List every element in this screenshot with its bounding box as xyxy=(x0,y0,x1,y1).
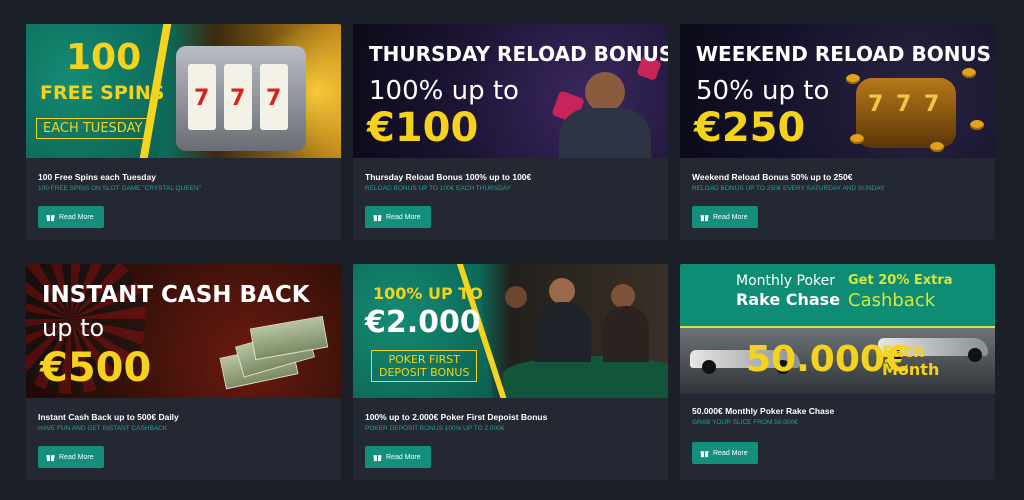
coin-image xyxy=(930,142,944,152)
gift-icon xyxy=(700,214,709,221)
cash-stack-image xyxy=(249,315,329,361)
promo-card-free-spins: 7 7 7 100 FREE SPINS EACH TUESDAY 100 Fr… xyxy=(26,24,341,240)
gift-icon xyxy=(46,214,55,221)
gift-icon xyxy=(373,214,382,221)
banner-line2: up to xyxy=(42,314,105,342)
coin-image xyxy=(962,68,976,78)
read-more-button[interactable]: Read More xyxy=(692,442,758,464)
read-more-button[interactable]: Read More xyxy=(692,206,758,228)
read-more-label: Read More xyxy=(59,453,94,461)
person-head-image xyxy=(505,286,527,308)
banner-line1: 100 xyxy=(66,37,142,78)
promo-banner-weekend-reload[interactable]: 7 7 7 WEEKEND RELOAD BONUS 50% up to €25… xyxy=(680,24,995,158)
gift-icon xyxy=(700,450,709,457)
promo-subtitle: RELOAD BONUS UP TO 250€ EVERY SATURDAY A… xyxy=(692,185,885,192)
promo-card-poker-deposit: 100% UP TO €2.000 POKER FIRST DEPOSIT BO… xyxy=(353,264,668,480)
person-head-image xyxy=(549,278,575,304)
read-more-label: Read More xyxy=(713,449,748,457)
promo-card-rake-chase: Monthly Poker Rake Chase Get 20% Extra C… xyxy=(680,264,995,480)
promo-subtitle: POKER DEPOSIT BONUS 100% up to 2.000€ xyxy=(365,425,505,432)
read-more-button[interactable]: Read More xyxy=(365,206,431,228)
read-more-label: Read More xyxy=(713,213,748,221)
person-head-image xyxy=(585,72,625,112)
read-more-button[interactable]: Read More xyxy=(38,446,104,468)
read-more-button[interactable]: Read More xyxy=(365,446,431,468)
banner-line3: EACH TUESDAY xyxy=(36,118,150,139)
banner-amount: €2.000 xyxy=(365,305,481,340)
banner-line1: 100% UP TO xyxy=(373,284,483,303)
banner-line2: 100% up to xyxy=(369,76,519,106)
promo-card-weekend-reload: 7 7 7 WEEKEND RELOAD BONUS 50% up to €25… xyxy=(680,24,995,240)
promo-banner-thursday-reload[interactable]: THURSDAY RELOAD BONUS 100% up to €100 xyxy=(353,24,668,158)
banner-l2: Rake Chase xyxy=(736,290,841,309)
person-head-image xyxy=(611,284,635,308)
gift-icon xyxy=(373,454,382,461)
person-body-image xyxy=(559,108,651,158)
promo-title: 100% up to 2.000€ Poker First Depoist Bo… xyxy=(365,412,548,422)
promo-card-thursday-reload: THURSDAY RELOAD BONUS 100% up to €100 Th… xyxy=(353,24,668,240)
coin-image xyxy=(846,74,860,84)
read-more-label: Read More xyxy=(59,213,94,221)
gift-icon xyxy=(46,454,55,461)
promotions-grid: 7 7 7 100 FREE SPINS EACH TUESDAY 100 Fr… xyxy=(26,24,995,480)
poker-table-image xyxy=(503,356,668,398)
promo-banner-free-spins[interactable]: 7 7 7 100 FREE SPINS EACH TUESDAY xyxy=(26,24,341,158)
banner-amount: €100 xyxy=(367,105,479,151)
promo-banner-poker-deposit[interactable]: 100% UP TO €2.000 POKER FIRST DEPOSIT BO… xyxy=(353,264,668,398)
banner-headline: THURSDAY RELOAD BONUS xyxy=(369,42,668,66)
promo-subtitle: HAVE FUN AND GET INSTANT CASHBACK xyxy=(38,425,168,432)
banner-headline: INSTANT CASH BACK xyxy=(42,282,310,308)
read-more-button[interactable]: Read More xyxy=(38,206,104,228)
banner-amount: €250 xyxy=(694,105,806,151)
banner-each: Each xyxy=(882,342,925,361)
banner-box-line1: POKER FIRST xyxy=(388,353,460,366)
read-more-label: Read More xyxy=(386,213,421,221)
coin-image xyxy=(850,134,864,144)
promo-title: Weekend Reload Bonus 50% up to 250€ xyxy=(692,172,853,182)
banner-amount: €500 xyxy=(40,345,152,391)
slot-reel-image: 7 7 7 xyxy=(856,78,956,148)
promo-subtitle: RELOAD BONUS UP TO 100€ EACH THURSDAY xyxy=(365,185,512,192)
coin-image xyxy=(970,120,984,130)
banner-divider xyxy=(680,326,995,328)
slot-machine-image: 7 7 7 xyxy=(176,46,306,151)
promo-title: Instant Cash Back up to 500€ Daily xyxy=(38,412,179,422)
promo-banner-instant-cashback[interactable]: INSTANT CASH BACK up to €500 xyxy=(26,264,341,398)
promo-card-instant-cashback: INSTANT CASH BACK up to €500 Instant Cas… xyxy=(26,264,341,480)
promo-banner-rake-chase[interactable]: Monthly Poker Rake Chase Get 20% Extra C… xyxy=(680,264,995,394)
promo-title: 100 Free Spins each Tuesday xyxy=(38,172,156,182)
banner-r1: Get 20% Extra xyxy=(848,273,953,288)
read-more-label: Read More xyxy=(386,453,421,461)
promo-subtitle: GRAB YOUR SLICE FROM 50.000€ xyxy=(692,419,798,426)
banner-box: POKER FIRST DEPOSIT BONUS xyxy=(371,350,478,382)
banner-line2: FREE SPINS xyxy=(40,82,165,104)
promo-title: Thursday Reload Bonus 100% up to 100€ xyxy=(365,172,532,182)
banner-line2: 50% up to xyxy=(696,76,830,106)
promo-title: 50.000€ Monthly Poker Rake Chase xyxy=(692,406,835,416)
banner-month: Month xyxy=(882,360,940,379)
person-body-image xyxy=(535,302,591,362)
banner-headline: WEEKEND RELOAD BONUS xyxy=(696,42,992,66)
banner-l1: Monthly Poker xyxy=(736,273,835,289)
promo-subtitle: 100 FREE SPINS ON SLOT GAME "Crystal Que… xyxy=(38,185,201,192)
banner-r2: Cashback xyxy=(848,290,936,311)
person-body-image xyxy=(603,306,649,362)
banner-box-line2: DEPOSIT BONUS xyxy=(379,366,470,379)
